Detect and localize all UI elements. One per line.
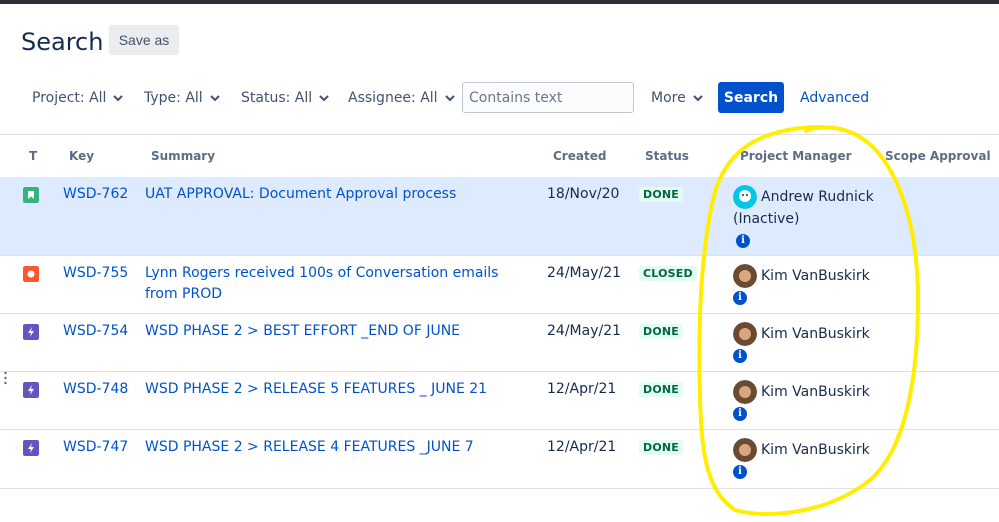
avatar xyxy=(733,438,757,462)
issue-key[interactable]: WSD-762 xyxy=(63,186,128,202)
table-row[interactable]: WSD-754 WSD PHASE 2 > BEST EFFORT _END O… xyxy=(0,314,999,372)
advanced-link[interactable]: Advanced xyxy=(800,82,869,114)
info-icon[interactable]: i xyxy=(733,349,747,363)
top-bar xyxy=(0,0,999,4)
table-row[interactable]: WSD-748 WSD PHASE 2 > RELEASE 5 FEATURES… xyxy=(0,372,999,430)
project-manager-name: Kim VanBuskirk xyxy=(761,442,870,458)
column-resize-handle[interactable] xyxy=(4,371,7,385)
search-button[interactable]: Search xyxy=(718,82,784,113)
created-date: 24/May/21 xyxy=(547,265,622,281)
status-badge: DONE xyxy=(639,382,684,397)
issue-key[interactable]: WSD-755 xyxy=(63,265,128,281)
chevron-down-icon xyxy=(693,95,703,102)
project-manager: Kim VanBuskirk i xyxy=(733,264,883,309)
info-icon[interactable]: i xyxy=(733,465,747,479)
issue-summary[interactable]: WSD PHASE 2 > RELEASE 5 FEATURES _ JUNE … xyxy=(145,379,520,400)
status-badge: DONE xyxy=(639,324,684,339)
contains-text-input[interactable] xyxy=(462,82,634,113)
more-filter-label: More xyxy=(651,90,686,106)
column-header-created[interactable]: Created xyxy=(553,149,606,163)
issue-summary[interactable]: WSD PHASE 2 > BEST EFFORT _END OF JUNE xyxy=(145,321,520,342)
project-manager: Andrew Rudnick (Inactive) i xyxy=(733,185,883,251)
column-header-key[interactable]: Key xyxy=(69,149,94,163)
status-filter-label: Status: All xyxy=(241,90,313,106)
created-date: 12/Apr/21 xyxy=(547,381,617,397)
table-row[interactable]: WSD-747 WSD PHASE 2 > RELEASE 4 FEATURES… xyxy=(0,430,999,489)
column-header-status[interactable]: Status xyxy=(645,149,689,163)
issue-summary[interactable]: UAT APPROVAL: Document Approval process xyxy=(145,184,520,205)
table-row[interactable]: WSD-755 Lynn Rogers received 100s of Con… xyxy=(0,256,999,314)
more-filter[interactable]: More xyxy=(651,82,704,114)
column-header-project-manager[interactable]: Project Manager xyxy=(740,149,852,163)
status-filter[interactable]: Status: All xyxy=(241,82,330,114)
avatar xyxy=(733,264,757,288)
save-as-button[interactable]: Save as xyxy=(109,25,179,55)
project-manager: Kim VanBuskirk i xyxy=(733,322,883,367)
chevron-down-icon xyxy=(113,95,124,102)
lightning-icon xyxy=(23,382,39,398)
column-header-scope-approval[interactable]: Scope Approval xyxy=(885,149,991,163)
lightning-icon xyxy=(23,324,39,340)
issue-key[interactable]: WSD-748 xyxy=(63,381,128,397)
bookmark-icon xyxy=(23,187,39,203)
column-header-summary[interactable]: Summary xyxy=(151,149,215,163)
lightning-icon xyxy=(23,440,39,456)
created-date: 18/Nov/20 xyxy=(547,186,620,202)
status-badge: CLOSED xyxy=(639,266,697,281)
chevron-down-icon xyxy=(319,95,329,102)
assignee-filter-label: Assignee: All xyxy=(348,90,438,106)
page-title: Search xyxy=(21,28,104,56)
issue-key[interactable]: WSD-754 xyxy=(63,323,128,339)
project-filter[interactable]: Project: All xyxy=(32,82,124,114)
project-filter-label: Project: All xyxy=(32,90,107,106)
created-date: 12/Apr/21 xyxy=(547,439,617,455)
avatar xyxy=(733,322,757,346)
info-icon[interactable]: i xyxy=(733,407,747,421)
table-header: T Key Summary Created Status Project Man… xyxy=(0,135,999,177)
assignee-filter[interactable]: Assignee: All xyxy=(348,82,456,114)
project-manager-name: Kim VanBuskirk xyxy=(761,326,870,342)
type-filter[interactable]: Type: All xyxy=(144,82,221,114)
type-filter-label: Type: All xyxy=(144,90,203,106)
project-manager-name: Kim VanBuskirk xyxy=(761,268,870,284)
info-icon[interactable]: i xyxy=(736,234,750,248)
filter-bar: Project: All Type: All Status: All Assig… xyxy=(0,82,999,114)
issue-summary[interactable]: WSD PHASE 2 > RELEASE 4 FEATURES _JUNE 7 xyxy=(145,437,520,458)
status-badge: DONE xyxy=(639,187,684,202)
project-manager-name: Kim VanBuskirk xyxy=(761,384,870,400)
info-icon[interactable]: i xyxy=(733,291,747,305)
created-date: 24/May/21 xyxy=(547,323,622,339)
table-row[interactable]: WSD-762 UAT APPROVAL: Document Approval … xyxy=(0,177,999,256)
chevron-down-icon xyxy=(209,95,220,102)
status-badge: DONE xyxy=(639,440,684,455)
bug-icon xyxy=(23,266,39,282)
avatar xyxy=(733,380,757,404)
chevron-down-icon xyxy=(444,95,455,102)
project-manager: Kim VanBuskirk i xyxy=(733,438,883,483)
avatar xyxy=(733,185,757,209)
project-manager: Kim VanBuskirk i xyxy=(733,380,883,425)
column-header-type[interactable]: T xyxy=(29,149,37,163)
issue-key[interactable]: WSD-747 xyxy=(63,439,128,455)
issue-summary[interactable]: Lynn Rogers received 100s of Conversatio… xyxy=(145,263,520,305)
